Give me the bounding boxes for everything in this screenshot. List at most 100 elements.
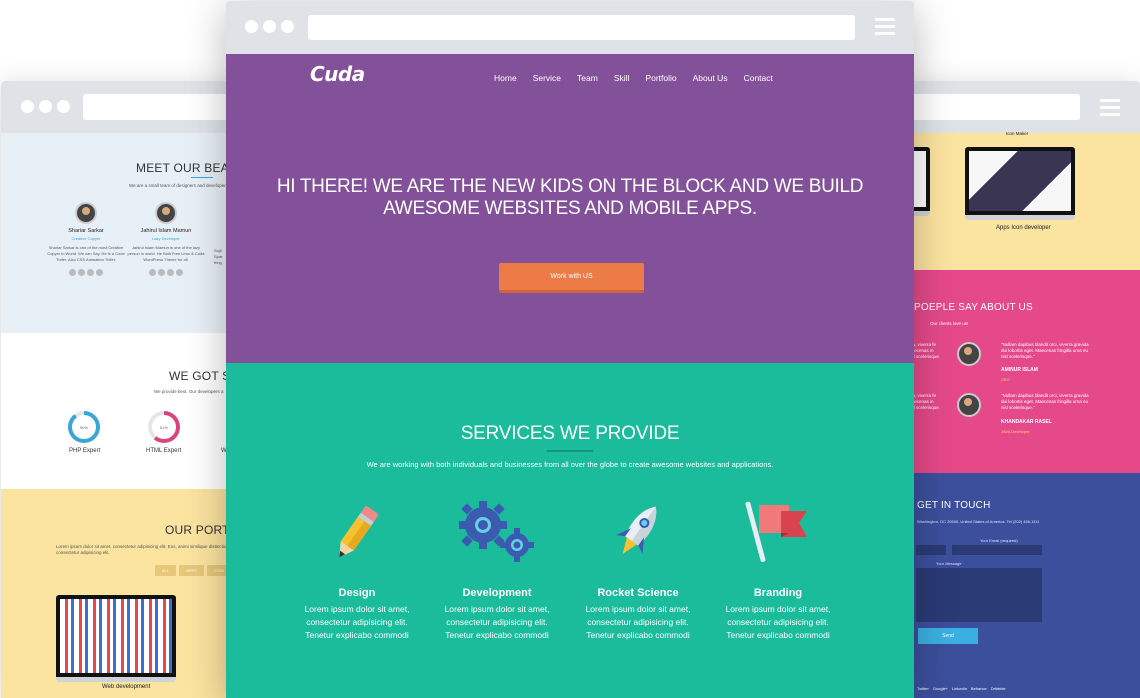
window-dot[interactable] — [57, 100, 70, 113]
service-desc: Lorem ipsum dolor sit amet, consectetur … — [427, 603, 567, 642]
social-icon[interactable] — [158, 269, 165, 276]
nav-home[interactable]: Home — [494, 73, 517, 83]
social-icon[interactable] — [167, 269, 174, 276]
icon-preview — [969, 151, 1071, 211]
footer-link[interactable]: Google+ — [933, 686, 948, 691]
service-desc-line: Lorem ipsum dolor sit amet, — [304, 604, 410, 614]
footer-link[interactable]: Twitter — [917, 686, 929, 691]
service-desc-line: Tenetur explicabo commodi — [305, 630, 409, 640]
member-desc: Shariar Sarkar is one of the most Creati… — [47, 245, 125, 262]
gears-icon — [427, 499, 567, 565]
flag-icon — [708, 499, 848, 565]
laptop-screen — [965, 147, 1075, 215]
testimonials-section: POEPLE SAY ABOUT US Our clients love us!… — [880, 270, 1140, 473]
name-field[interactable] — [916, 545, 946, 555]
service-desc-line: Tenetur explicabo commodi — [726, 630, 830, 640]
client-name: KHANDAKAR RASEL — [1001, 419, 1052, 425]
nav-team[interactable]: Team — [577, 73, 598, 83]
hamburger-menu-icon[interactable] — [1100, 99, 1120, 116]
social-icons — [126, 269, 206, 276]
nav-about-us[interactable]: About Us — [693, 73, 728, 83]
testimonials-subtitle: Our clients love us! — [930, 321, 969, 326]
window-dot[interactable] — [281, 20, 294, 33]
client-name: AMINUR ISLAM — [1001, 367, 1038, 373]
service-desc-line: Tenetur explicabo commodi — [586, 630, 690, 640]
nav-contact[interactable]: Contact — [744, 73, 773, 83]
window-dot[interactable] — [245, 20, 258, 33]
hamburger-menu-icon[interactable] — [875, 18, 895, 35]
right-browser-window: Icon Maker Apps Icon developer POEPLE SA… — [880, 81, 1140, 698]
testimonials-heading: POEPLE SAY ABOUT US — [914, 302, 1033, 313]
hero-section: Cuda Home Service Team Skill Portfolio A… — [226, 54, 914, 363]
social-icon[interactable] — [87, 269, 94, 276]
window-dot[interactable] — [39, 100, 52, 113]
team-section: MEET OUR BEAUTI We are a small team of d… — [1, 133, 261, 333]
nav-skill[interactable]: Skill — [614, 73, 630, 83]
service-name: Branding — [753, 587, 803, 599]
work-with-us-button[interactable]: Work with US — [499, 263, 644, 293]
service-desc-line: consectetur adipisicing elit. — [446, 617, 548, 627]
center-browser-window: Cuda Home Service Team Skill Portfolio A… — [226, 1, 914, 698]
address-bar[interactable] — [308, 15, 855, 40]
email-field[interactable] — [952, 545, 1042, 555]
social-icon[interactable] — [78, 269, 85, 276]
partial-member-desc: Sojil Spar fring — [214, 248, 223, 265]
social-icon[interactable] — [69, 269, 76, 276]
service-desc-line: consectetur adipisicing elit. — [727, 617, 829, 627]
service-card: Development Lorem ipsum dolor sit amet, … — [427, 499, 567, 642]
skill-progress-ring: 90% — [68, 411, 100, 443]
services-subtitle: We are working with both individuals and… — [366, 460, 774, 469]
pencil-icon — [287, 499, 427, 565]
client-avatar — [957, 342, 981, 366]
service-desc-line: Lorem ipsum dolor sit amet, — [585, 604, 691, 614]
service-card: Rocket Science Lorem ipsum dolor sit ame… — [568, 499, 708, 642]
filter-apps[interactable]: APPS — [179, 565, 204, 576]
skill-progress-ring: 61% — [148, 411, 180, 443]
heading-rule — [191, 177, 213, 178]
send-button[interactable]: Send — [918, 628, 978, 644]
testimonial-quote: "Nullam dapibus blandit orci, viverra gr… — [1001, 342, 1089, 359]
skill-label: PHP Expert — [69, 448, 101, 454]
client-role: CEO — [1001, 377, 1010, 382]
member-desc: Jahirul Islam Mamun is one of the lazy p… — [127, 245, 205, 262]
client-avatar — [957, 393, 981, 417]
testimonial-quote: "Nullam dapibus blandit orci, viverra gr… — [1001, 393, 1089, 410]
laptop-mockup[interactable] — [56, 595, 176, 682]
social-icon[interactable] — [96, 269, 103, 276]
laptop-mockup[interactable] — [965, 147, 1075, 220]
window-controls — [21, 100, 70, 113]
footer-link[interactable]: Linkedin — [952, 686, 967, 691]
skill-percent: 90% — [72, 415, 96, 439]
hero-title-line: HI THERE! WE ARE THE NEW KIDS ON THE BLO… — [276, 176, 864, 197]
portfolio-filters: ALL APPS ICON — [155, 565, 231, 576]
social-icon[interactable] — [149, 269, 156, 276]
nav-service[interactable]: Service — [533, 73, 561, 83]
service-name: Rocket Science — [597, 587, 679, 599]
service-card: Branding Lorem ipsum dolor sit amet, con… — [708, 499, 848, 642]
member-role: Lazy Developer — [152, 236, 180, 241]
contact-section: GET IN TOUCH Washington, DC 20500, Unite… — [880, 473, 1140, 698]
skill-percent: 61% — [152, 415, 176, 439]
portfolio-top-caption: Icon Maker — [1006, 131, 1029, 136]
social-icon[interactable] — [176, 269, 183, 276]
member-name: Shariar Sarkar — [68, 228, 104, 234]
mockup-stage: MEET OUR BEAUTI We are a small team of d… — [0, 0, 1140, 698]
service-desc-line: Tenetur explicabo commodi — [445, 630, 549, 640]
app-grid-preview — [60, 599, 172, 673]
window-dot[interactable] — [21, 100, 34, 113]
footer-link[interactable]: Dribbble — [991, 686, 1006, 691]
nav-portfolio[interactable]: Portfolio — [645, 73, 676, 83]
service-desc: Lorem ipsum dolor sit amet, consectetur … — [287, 603, 427, 642]
rocket-icon — [568, 499, 708, 565]
browser-toolbar — [1, 81, 261, 133]
avatar — [75, 202, 97, 224]
site-logo[interactable]: Cuda — [310, 62, 365, 86]
team-member: Jahirul Islam Mamun Lazy Developer Jahir… — [126, 202, 206, 276]
service-desc: Lorem ipsum dolor sit amet, consectetur … — [708, 603, 848, 642]
footer-link[interactable]: Behance — [971, 686, 987, 691]
window-dot[interactable] — [263, 20, 276, 33]
service-card: Design Lorem ipsum dolor sit amet, conse… — [287, 499, 427, 642]
filter-all[interactable]: ALL — [155, 565, 177, 576]
message-field[interactable] — [916, 568, 1042, 622]
skills-subtitle: We provide best. Our developers a — [154, 389, 224, 394]
